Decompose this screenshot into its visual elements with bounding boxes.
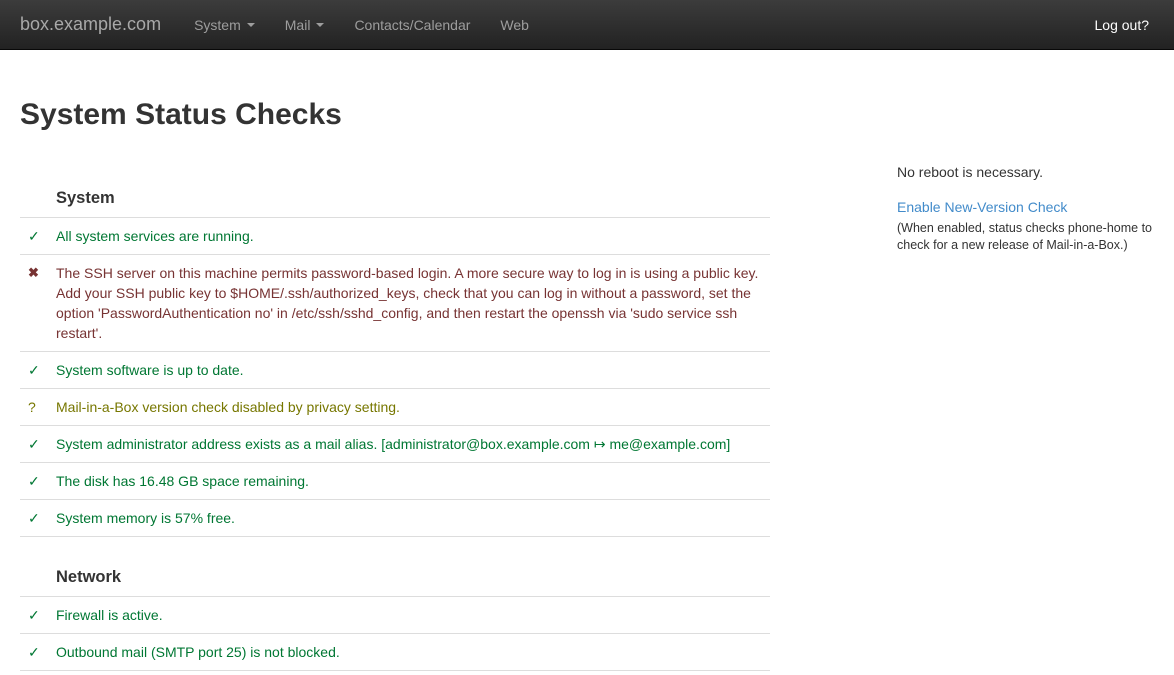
check-icon: ✓ bbox=[20, 634, 56, 670]
status-row-outbound-mail: ✓ Outbound mail (SMTP port 25) is not bl… bbox=[20, 634, 770, 671]
section-heading-network: Network bbox=[20, 537, 770, 597]
check-icon: ✓ bbox=[20, 352, 56, 388]
status-row-software: ✓ System software is up to date. bbox=[20, 352, 770, 389]
caret-down-icon bbox=[247, 23, 255, 27]
version-check-note: (When enabled, status checks phone-home … bbox=[897, 220, 1155, 254]
heading-icon-spacer bbox=[20, 537, 56, 596]
status-text: The SSH server on this machine permits p… bbox=[56, 255, 770, 351]
check-icon: ✓ bbox=[20, 463, 56, 499]
status-sidebar: No reboot is necessary. Enable New-Versi… bbox=[897, 50, 1159, 671]
status-row-admin-alias: ✓ System administrator address exists as… bbox=[20, 426, 770, 463]
question-icon: ? bbox=[20, 389, 56, 425]
page-title: System Status Checks bbox=[20, 98, 770, 131]
caret-down-icon bbox=[316, 23, 324, 27]
section-heading-system: System bbox=[20, 158, 770, 218]
check-icon: ✓ bbox=[20, 597, 56, 633]
status-text: System memory is 57% free. bbox=[56, 500, 770, 536]
navbar: box.example.com System Mail Contacts/Cal… bbox=[0, 0, 1174, 50]
heading-icon-spacer bbox=[20, 158, 56, 217]
nav-item-mail-label: Mail bbox=[285, 17, 311, 33]
status-checks-panel: System Status Checks System ✓ All system… bbox=[20, 50, 770, 671]
status-text: All system services are running. bbox=[56, 218, 770, 254]
status-row-ssh: ✖ The SSH server on this machine permits… bbox=[20, 255, 770, 352]
nav-item-mail[interactable]: Mail bbox=[270, 0, 340, 49]
check-icon: ✓ bbox=[20, 426, 56, 462]
check-icon: ✓ bbox=[20, 500, 56, 536]
navbar-right: Log out? bbox=[1090, 0, 1155, 49]
status-text: Outbound mail (SMTP port 25) is not bloc… bbox=[56, 634, 770, 670]
status-text: The disk has 16.48 GB space remaining. bbox=[56, 463, 770, 499]
nav-item-web[interactable]: Web bbox=[485, 0, 544, 49]
status-row-disk: ✓ The disk has 16.48 GB space remaining. bbox=[20, 463, 770, 500]
status-text: Mail-in-a-Box version check disabled by … bbox=[56, 389, 770, 425]
status-checks-table: System ✓ All system services are running… bbox=[20, 158, 770, 671]
logout-link[interactable]: Log out? bbox=[1090, 0, 1155, 49]
status-row-version-check: ? Mail-in-a-Box version check disabled b… bbox=[20, 389, 770, 426]
status-text: Firewall is active. bbox=[56, 597, 770, 633]
nav-item-system-label: System bbox=[194, 17, 241, 33]
status-text: System administrator address exists as a… bbox=[56, 426, 770, 462]
navbar-menu: System Mail Contacts/Calendar Web bbox=[179, 0, 544, 49]
reboot-status-text: No reboot is necessary. bbox=[897, 162, 1159, 182]
navbar-brand[interactable]: box.example.com bbox=[20, 0, 161, 49]
status-row-firewall: ✓ Firewall is active. bbox=[20, 597, 770, 634]
status-row-services: ✓ All system services are running. bbox=[20, 218, 770, 255]
nav-item-system[interactable]: System bbox=[179, 0, 270, 49]
section-heading-label: System bbox=[56, 158, 770, 217]
status-text: System software is up to date. bbox=[56, 352, 770, 388]
status-row-memory: ✓ System memory is 57% free. bbox=[20, 500, 770, 537]
cross-icon: ✖ bbox=[20, 255, 56, 351]
enable-version-check-link[interactable]: Enable New-Version Check bbox=[897, 197, 1067, 217]
page-content: System Status Checks System ✓ All system… bbox=[0, 50, 1174, 671]
check-icon: ✓ bbox=[20, 218, 56, 254]
section-heading-label: Network bbox=[56, 537, 770, 596]
nav-item-contacts-calendar[interactable]: Contacts/Calendar bbox=[339, 0, 485, 49]
